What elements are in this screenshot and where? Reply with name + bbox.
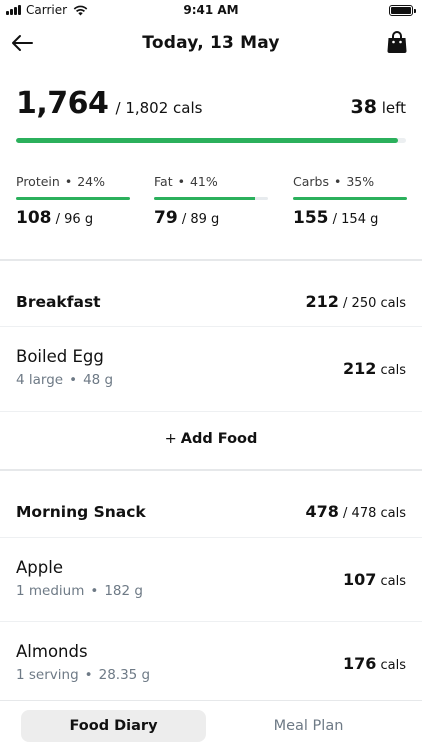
- calories-left-value: 38: [350, 96, 377, 118]
- food-item-boiled-egg[interactable]: Boiled Egg 4 large • 48 g 212 cals: [16, 347, 406, 395]
- macro-progress-bar: [154, 197, 268, 200]
- macro-progress-bar: [293, 197, 407, 200]
- food-weight: 182 g: [104, 583, 143, 599]
- food-quantity: 1 serving: [16, 667, 79, 683]
- food-quantity: 4 large: [16, 372, 64, 388]
- calorie-progress-fill: [16, 138, 398, 143]
- food-calories: 107 cals: [343, 570, 406, 589]
- macro-name: Carbs: [293, 174, 329, 189]
- food-calories-value: 107: [342, 570, 377, 589]
- header: Today, 13 May: [0, 28, 422, 58]
- meal-total: 212 / 250 cals: [305, 292, 406, 311]
- macro-name: Protein: [16, 174, 60, 189]
- calorie-summary: 1,764 / 1,802 cals 38 left: [16, 86, 406, 126]
- macro-target: / 96 g: [55, 212, 94, 227]
- food-calories: 212 cals: [343, 359, 406, 378]
- meal-title: Morning Snack: [16, 503, 146, 521]
- macro-carbs: Carbs • 35% 155 / 154 g: [293, 174, 407, 228]
- macro-name: Fat: [154, 174, 173, 189]
- macro-amount: 108: [16, 208, 52, 228]
- macro-progress-bar: [16, 197, 130, 200]
- meal-total-value: 212: [305, 292, 339, 311]
- food-name: Almonds: [16, 642, 88, 661]
- macro-percent: 24%: [77, 174, 105, 189]
- macro-label: Fat • 41%: [154, 174, 218, 189]
- meal-total-target: / 250 cals: [343, 296, 406, 311]
- row-divider: [0, 621, 422, 622]
- macro-progress-fill: [293, 197, 407, 200]
- shopping-bag-button[interactable]: [386, 30, 408, 54]
- food-calories-unit: cals: [380, 658, 407, 673]
- calories-left: 38 left: [350, 96, 406, 118]
- row-divider: [0, 537, 422, 538]
- status-bar: Carrier 9:41 AM: [0, 0, 422, 22]
- food-detail: 1 serving • 28.35 g: [16, 667, 151, 683]
- bottom-tab-bar: Food Diary Meal Plan: [0, 700, 422, 750]
- row-divider: [0, 411, 422, 412]
- food-calories-unit: cals: [380, 574, 407, 589]
- row-divider: [0, 326, 422, 327]
- meal-total: 478 / 478 cals: [305, 502, 406, 521]
- food-item-apple[interactable]: Apple 1 medium • 182 g 107 cals: [16, 558, 406, 606]
- food-calories-value: 176: [342, 654, 377, 673]
- macro-percent: 35%: [346, 174, 375, 189]
- add-food-label: Add Food: [180, 431, 258, 447]
- macro-value: 155 / 154 g: [293, 208, 407, 228]
- food-item-almonds[interactable]: Almonds 1 serving • 28.35 g 176 cals: [16, 642, 406, 690]
- section-divider: [0, 259, 422, 261]
- macro-target: / 154 g: [332, 212, 379, 227]
- macro-label: Protein • 24%: [16, 174, 105, 189]
- macro-amount: 79: [154, 208, 178, 228]
- meal-header-breakfast[interactable]: Breakfast 212 / 250 cals: [16, 290, 406, 316]
- plus-icon: +: [164, 431, 177, 447]
- meal-title: Breakfast: [16, 293, 101, 311]
- food-detail: 1 medium • 182 g: [16, 583, 143, 599]
- food-quantity: 1 medium: [16, 583, 85, 599]
- macro-percent: 41%: [189, 174, 218, 189]
- battery-icon: [389, 5, 416, 16]
- meal-header-morning-snack[interactable]: Morning Snack 478 / 478 cals: [16, 500, 406, 526]
- calorie-progress-bar: [16, 138, 406, 143]
- macro-progress-fill: [154, 197, 256, 200]
- macro-target: / 89 g: [181, 212, 220, 227]
- add-food-button[interactable]: + Add Food: [0, 431, 422, 457]
- calories-consumed: 1,764: [16, 86, 109, 121]
- food-calories-value: 212: [342, 359, 377, 378]
- food-detail: 4 large • 48 g: [16, 372, 114, 388]
- page-title: Today, 13 May: [142, 33, 280, 53]
- status-time: 9:41 AM: [183, 3, 239, 17]
- meal-total-value: 478: [305, 502, 339, 521]
- calories-target: / 1,802 cals: [115, 99, 203, 117]
- food-weight: 48 g: [83, 372, 114, 388]
- macro-progress-fill: [16, 197, 130, 200]
- macro-amount: 155: [293, 208, 329, 228]
- macro-value: 108 / 96 g: [16, 208, 130, 228]
- macro-protein: Protein • 24% 108 / 96 g: [16, 174, 130, 228]
- food-name: Boiled Egg: [16, 347, 104, 366]
- tab-food-diary[interactable]: Food Diary: [21, 710, 206, 742]
- food-calories: 176 cals: [343, 654, 406, 673]
- shopping-bag-icon: [387, 31, 407, 53]
- food-name: Apple: [16, 558, 63, 577]
- meal-total-target: / 478 cals: [343, 506, 406, 521]
- section-divider: [0, 469, 422, 471]
- macro-fat: Fat • 41% 79 / 89 g: [154, 174, 268, 228]
- macro-value: 79 / 89 g: [154, 208, 268, 228]
- food-calories-unit: cals: [380, 363, 407, 378]
- food-weight: 28.35 g: [98, 667, 151, 683]
- macro-label: Carbs • 35%: [293, 174, 375, 189]
- tab-meal-plan[interactable]: Meal Plan: [216, 710, 401, 742]
- calories-left-label: left: [381, 99, 406, 117]
